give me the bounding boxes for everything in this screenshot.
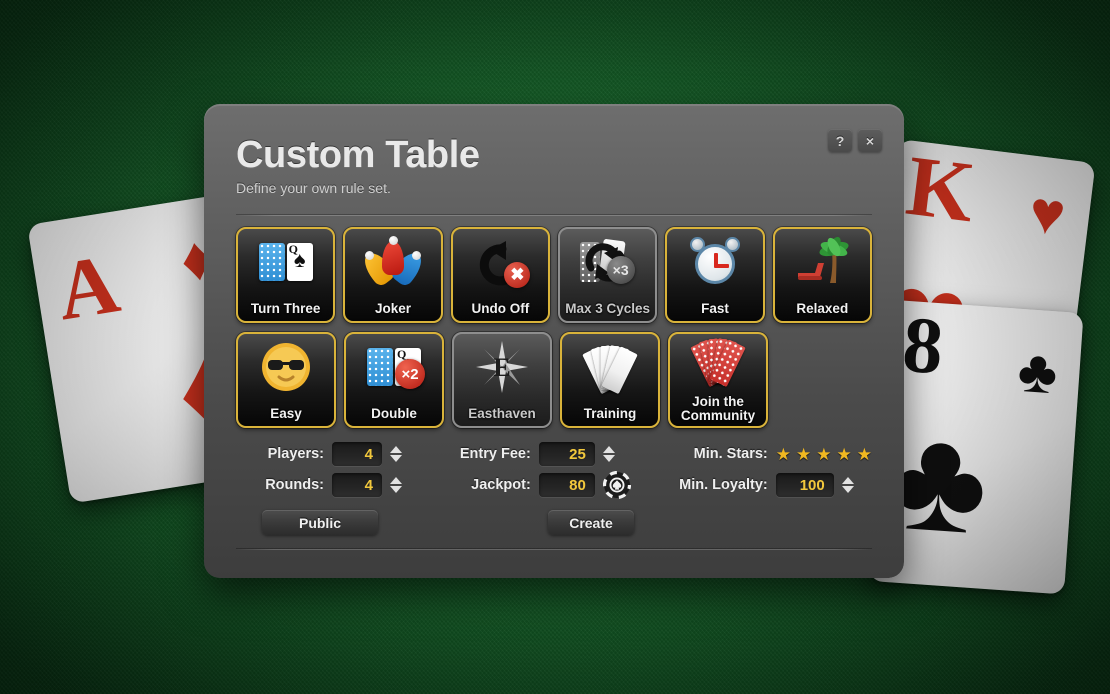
rounds-input[interactable]: 4 [332,473,382,497]
star-icon[interactable]: ★ [857,446,872,463]
option-tile-joker[interactable]: Joker [343,227,443,323]
option-tile-easthaven[interactable]: E Easthaven [452,332,552,428]
min-loyalty-input[interactable]: 100 [775,473,834,497]
card-pip-small: ♥ [1025,177,1070,249]
option-tile-label: Max 3 Cycles [565,301,651,316]
option-tile-label: Easthaven [468,406,536,421]
custom-table-dialog: ? × Custom Table Define your own rule se… [204,104,904,578]
option-tile-turn-three[interactable]: Q ♠ Turn Three [236,227,336,323]
playing-cards-icon: Q ♠ [238,231,333,293]
settings-fields: Players: 4 Rounds: 4 Entry Fee: 25 Jackp… [236,442,872,500]
multiplier-badge: ×2 [395,359,425,389]
stepper-down-icon[interactable] [602,455,615,462]
window-controls: ? × [828,129,882,152]
joker-hat-icon [345,231,440,293]
public-button[interactable]: Public [262,510,378,535]
page-title: Custom Table [236,134,480,176]
stepper-up-icon[interactable] [602,446,615,453]
min-loyalty-stepper[interactable] [841,477,854,493]
stepper-up-icon[interactable] [390,477,402,484]
fields-column-middle: Entry Fee: 25 Jackpot: 80 [427,442,656,500]
option-tile-training[interactable]: Training [560,332,660,428]
card-rank: A [50,237,126,339]
options-row-1: Q ♠ Turn Three Joker ✖ Undo Off ×3 Max 3… [236,227,872,323]
card-rank: K [901,136,980,241]
compass-east-icon: E [454,336,550,398]
svg-text:E: E [493,353,510,382]
double-deck-icon: Q♣ ×2 [346,336,442,398]
field-label: Min. Loyalty: [679,477,768,493]
card-pip-small: ♣ [1015,336,1060,407]
close-button[interactable]: × [858,129,882,152]
min-stars-rating[interactable]: ★ ★ ★ ★ ★ [776,446,872,463]
option-tile-label: Easy [270,406,302,421]
star-icon[interactable]: ★ [796,446,811,463]
card-fan-icon [562,336,658,398]
option-tile-easy[interactable]: Easy [236,332,336,428]
option-tile-undo-off[interactable]: ✖ Undo Off [450,227,550,323]
option-tile-label: Relaxed [796,301,849,316]
help-button[interactable]: ? [828,129,852,152]
option-tile-label: Training [583,406,637,421]
recycle-x3-icon: ×3 [560,231,655,293]
option-tile-double[interactable]: Q♣ ×2 Double [344,332,444,428]
option-tile-join-the-community[interactable]: Join the Community [668,332,768,428]
option-tile-label: Turn Three [250,301,321,316]
sunglasses-sun-icon [238,336,334,398]
undo-disabled-icon: ✖ [453,231,548,293]
option-tile-label: Join the Community [672,395,764,423]
fields-column-left: Players: 4 Rounds: 4 [236,442,427,497]
star-icon[interactable]: ★ [776,446,791,463]
option-tile-label-line2: Community [680,408,756,423]
entry-fee-input[interactable]: 25 [538,442,595,466]
field-entry-fee: Entry Fee: 25 [427,442,656,466]
players-input[interactable]: 4 [332,442,382,466]
stepper-up-icon[interactable] [841,477,854,484]
divider-bottom [236,549,872,550]
field-players: Players: 4 [236,442,427,466]
option-tile-max-3-cycles[interactable]: ×3 Max 3 Cycles [557,227,658,323]
stepper-up-icon[interactable] [390,446,402,453]
alarm-clock-icon [667,231,762,293]
field-min-loyalty: Min. Loyalty: 100 [656,473,872,497]
option-tile-label: Fast [701,301,729,316]
dialog-button-row: Public Create [236,510,872,535]
option-tile-label: Undo Off [471,301,530,316]
field-rounds: Rounds: 4 [236,473,427,497]
poker-chip-icon [602,470,631,500]
option-tile-label: Joker [374,301,411,316]
stepper-down-icon[interactable] [390,486,402,493]
stepper-down-icon[interactable] [390,455,402,462]
entry-fee-stepper[interactable] [602,446,615,462]
field-label: Players: [267,446,324,462]
palm-lounger-icon [775,231,870,293]
field-label: Rounds: [265,477,324,493]
options-row-2: Easy Q♣ ×2 Double [236,332,872,428]
divider-top [236,215,872,216]
option-tile-fast[interactable]: Fast [665,227,765,323]
star-icon[interactable]: ★ [837,446,852,463]
option-tile-relaxed[interactable]: Relaxed [772,227,872,323]
field-label: Entry Fee: [459,446,531,462]
community-fan-icon [670,334,766,388]
option-tile-label: Double [371,406,417,421]
page-subtitle: Define your own rule set. [236,180,391,196]
field-min-stars: Min. Stars: ★ ★ ★ ★ ★ [656,442,872,466]
field-label: Jackpot: [471,477,531,493]
jackpot-input[interactable]: 80 [538,473,595,497]
fields-column-right: Min. Stars: ★ ★ ★ ★ ★ Min. Loyalty: 100 [656,442,872,497]
field-jackpot: Jackpot: 80 [427,470,656,500]
rounds-stepper[interactable] [390,477,402,493]
players-stepper[interactable] [390,446,402,462]
create-button[interactable]: Create [548,510,634,535]
multiplier-badge: ×3 [606,256,635,284]
stepper-down-icon[interactable] [841,486,854,493]
option-tile-label-line1: Join the [692,394,744,409]
star-icon[interactable]: ★ [816,446,831,463]
card-rank: 8 [899,300,946,392]
field-label: Min. Stars: [693,446,768,462]
